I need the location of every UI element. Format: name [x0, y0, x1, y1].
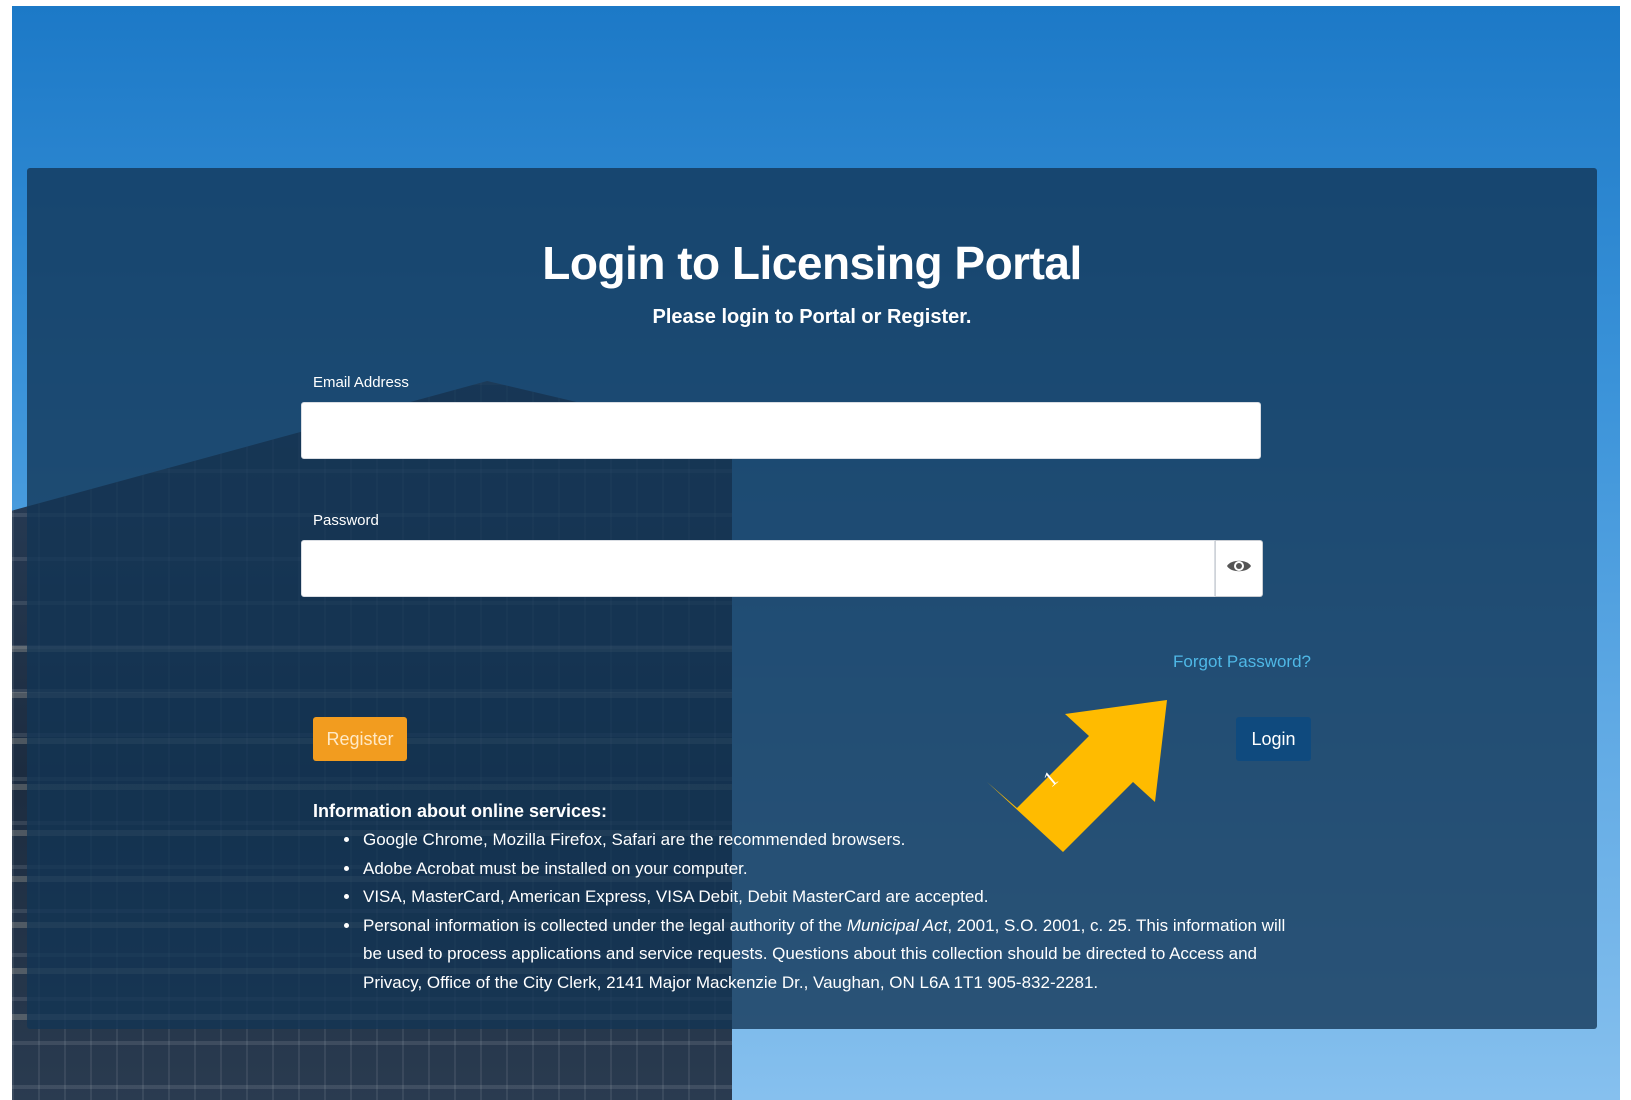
page-subtitle: Please login to Portal or Register. — [652, 306, 972, 328]
privacy-act-name: Municipal Act — [846, 915, 948, 935]
show-password-button[interactable] — [1215, 540, 1263, 597]
password-input[interactable] — [301, 540, 1215, 597]
email-label: Email Address — [313, 374, 409, 391]
register-button[interactable]: Register — [313, 717, 407, 761]
email-input[interactable] — [301, 402, 1261, 459]
login-button[interactable]: Login — [1236, 717, 1311, 761]
login-panel: Login to Licensing Portal Please login t… — [27, 168, 1597, 1029]
privacy-text-pre: Personal information is collected under … — [363, 915, 847, 935]
info-item: VISA, MasterCard, American Express, VISA… — [361, 883, 1293, 912]
password-label: Password — [313, 512, 379, 529]
page-title: Login to Licensing Portal — [542, 237, 1082, 289]
info-item-privacy: Personal information is collected under … — [361, 912, 1293, 998]
annotation-arrow: 1 — [987, 700, 1167, 852]
eye-icon — [1226, 557, 1252, 580]
arrow-shape — [987, 700, 1167, 852]
forgot-password-link[interactable]: Forgot Password? — [1173, 652, 1311, 672]
